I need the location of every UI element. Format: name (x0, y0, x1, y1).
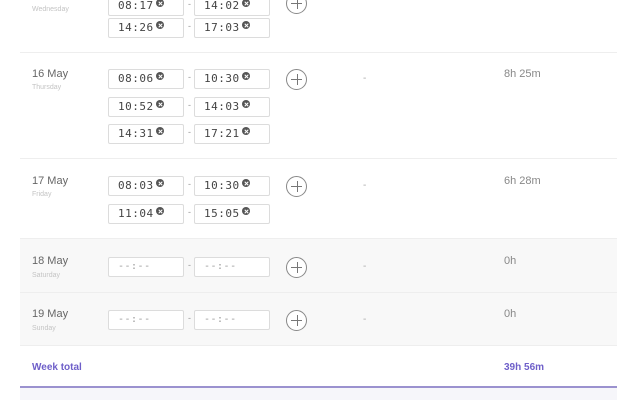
day-duration: 6h 28m (504, 175, 541, 187)
start-time-input[interactable]: 08:06 (108, 69, 184, 89)
time-range: --:-- - --:-- (108, 257, 273, 277)
end-time-input[interactable]: 10:30 (194, 176, 270, 196)
day-weekday: Wednesday (32, 6, 69, 13)
start-time-input[interactable]: 08:03 (108, 176, 184, 196)
day-date: 18 May (32, 255, 69, 267)
day-row-wednesday: Wednesday 08:17 - 14:02 14:26 - 17:03 - (20, 0, 617, 53)
range-separator: - (188, 100, 191, 110)
time-range: 14:26 - 17:03 (108, 18, 273, 38)
day-weekday: Sunday (32, 325, 56, 332)
range-separator: - (188, 127, 191, 137)
day-note: - (363, 261, 367, 272)
week-total-row: Week total 39h 56m (20, 346, 617, 388)
clear-start-icon[interactable] (156, 100, 164, 108)
clear-end-icon[interactable] (242, 21, 250, 29)
start-time-input[interactable]: 11:04 (108, 204, 184, 224)
add-range-button[interactable] (286, 176, 307, 197)
end-time-input[interactable]: --:-- (194, 257, 270, 277)
add-range-button[interactable] (286, 257, 307, 278)
start-time-input[interactable]: 14:26 (108, 18, 184, 38)
time-range: --:-- - --:-- (108, 310, 273, 330)
day-note: - (363, 0, 366, 2)
add-range-button[interactable] (286, 0, 307, 14)
range-separator: - (188, 21, 191, 31)
range-separator: - (188, 207, 191, 217)
day-duration: 0h (504, 255, 517, 267)
day-duration: 8h 25m (504, 68, 541, 80)
time-range: 08:03 - 10:30 (108, 176, 273, 196)
clear-start-icon[interactable] (156, 179, 164, 187)
end-time-input[interactable]: 17:03 (194, 18, 270, 38)
time-range: 14:31 - 17:21 (108, 124, 273, 144)
time-range: 10:52 - 14:03 (108, 97, 273, 117)
day-note: - (363, 180, 367, 191)
start-time-input[interactable]: 14:31 (108, 124, 184, 144)
time-range: 08:06 - 10:30 (108, 69, 273, 89)
start-time-input[interactable]: --:-- (108, 257, 184, 277)
clear-end-icon[interactable] (242, 127, 250, 135)
clear-end-icon[interactable] (242, 100, 250, 108)
day-weekday: Friday (32, 191, 52, 198)
day-duration: 0h (504, 308, 517, 320)
clear-end-icon[interactable] (242, 72, 250, 80)
start-time-input[interactable]: --:-- (108, 310, 184, 330)
end-time-input[interactable]: 10:30 (194, 69, 270, 89)
day-weekday: Saturday (32, 272, 61, 279)
footer-strip (20, 388, 617, 400)
clear-end-icon[interactable] (242, 179, 250, 187)
end-time-input[interactable]: 14:02 (194, 0, 270, 16)
clear-start-icon[interactable] (156, 72, 164, 80)
clear-start-icon[interactable] (156, 127, 164, 135)
time-range: 08:17 - 14:02 (108, 0, 273, 16)
clear-start-icon[interactable] (156, 207, 164, 215)
start-time-input[interactable]: 10:52 (108, 97, 184, 117)
week-total-value: 39h 56m (504, 362, 545, 373)
range-separator: - (188, 0, 191, 9)
day-date: 19 May (32, 308, 69, 320)
range-separator: - (188, 179, 191, 189)
start-time-input[interactable]: 08:17 (108, 0, 184, 16)
add-range-button[interactable] (286, 310, 307, 331)
day-note: - (363, 314, 367, 325)
day-row-16-may: 16 May Thursday 08:06 - 10:30 10:52 - 14… (20, 53, 617, 159)
day-weekday: Thursday (32, 84, 62, 91)
clear-end-icon[interactable] (242, 207, 250, 215)
end-time-input[interactable]: --:-- (194, 310, 270, 330)
day-date: 17 May (32, 175, 69, 187)
range-separator: - (188, 313, 191, 323)
day-row-19-may: 19 May Sunday --:-- - --:-- - 0h (20, 293, 617, 346)
add-range-button[interactable] (286, 69, 307, 90)
time-range: 11:04 - 15:05 (108, 204, 273, 224)
day-note: - (363, 73, 367, 84)
day-row-17-may: 17 May Friday 08:03 - 10:30 11:04 - 15:0… (20, 159, 617, 239)
clear-start-icon[interactable] (156, 21, 164, 29)
day-date: 16 May (32, 68, 69, 80)
end-time-input[interactable]: 14:03 (194, 97, 270, 117)
end-time-input[interactable]: 15:05 (194, 204, 270, 224)
week-total-label: Week total (32, 362, 82, 373)
range-separator: - (188, 260, 191, 270)
end-time-input[interactable]: 17:21 (194, 124, 270, 144)
day-row-18-may: 18 May Saturday --:-- - --:-- - 0h (20, 239, 617, 293)
range-separator: - (188, 72, 191, 82)
